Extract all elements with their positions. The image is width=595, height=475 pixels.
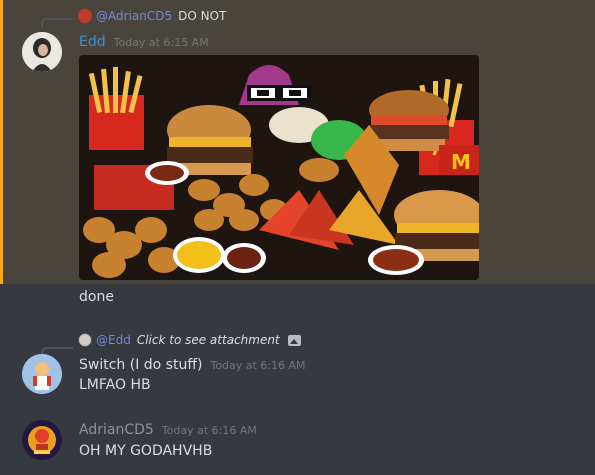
- username[interactable]: Switch (I do stuff): [79, 357, 202, 373]
- reply-mention[interactable]: @Edd: [96, 333, 131, 347]
- username[interactable]: AdrianCD5: [79, 422, 154, 438]
- reply-reference[interactable]: @AdrianCD5 DO NOT: [78, 8, 226, 24]
- reply-spine: [41, 18, 73, 28]
- avatar[interactable]: [22, 32, 62, 72]
- message-header: Edd Today at 6:15 AM: [79, 34, 209, 50]
- user-avatar-icon: [22, 420, 62, 460]
- image-attachment[interactable]: M: [79, 55, 479, 280]
- reply-content[interactable]: Click to see attachment: [137, 333, 280, 347]
- avatar[interactable]: [22, 354, 62, 394]
- timestamp: Today at 6:16 AM: [210, 359, 306, 372]
- reply-reference[interactable]: @Edd Click to see attachment: [78, 332, 301, 348]
- avatar[interactable]: [22, 420, 62, 460]
- message-header: Switch (I do stuff) Today at 6:16 AM: [79, 357, 306, 373]
- username[interactable]: Edd: [79, 34, 106, 50]
- svg-text:M: M: [451, 150, 471, 174]
- timestamp: Today at 6:16 AM: [161, 424, 257, 437]
- fast-food-image-icon: M: [79, 55, 479, 280]
- user-avatar-icon: [22, 32, 62, 72]
- reply-avatar-icon: [78, 9, 92, 23]
- message-text: OH MY GODAHVHB: [79, 443, 213, 459]
- timestamp: Today at 6:15 AM: [113, 36, 209, 49]
- user-avatar-icon: [22, 354, 62, 394]
- reply-mention[interactable]: @AdrianCD5: [96, 9, 172, 23]
- reply-content[interactable]: DO NOT: [178, 9, 226, 23]
- message-header: AdrianCD5 Today at 6:16 AM: [79, 422, 257, 438]
- message-text: done: [79, 289, 114, 305]
- message-text: LMFAO HB: [79, 377, 151, 393]
- reply-avatar-icon: [78, 333, 92, 347]
- image-icon: [287, 334, 301, 346]
